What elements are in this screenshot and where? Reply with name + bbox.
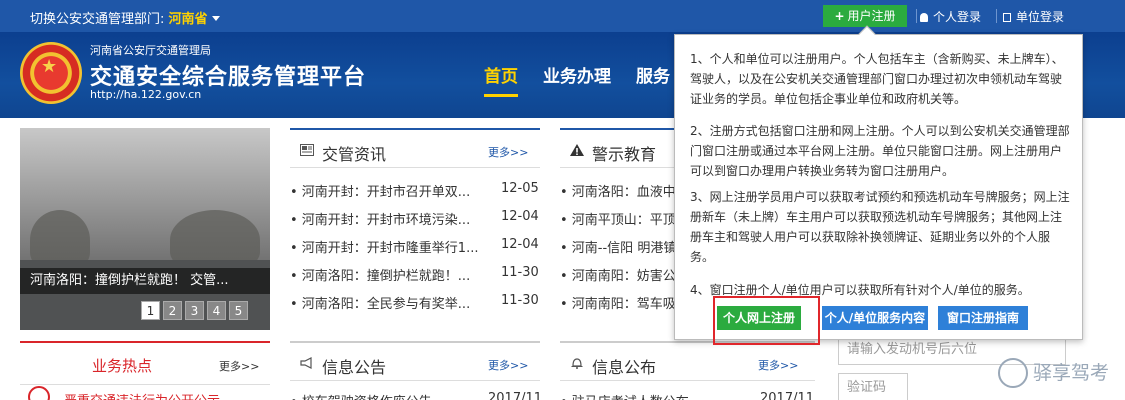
warning-education-header: 警示教育 xyxy=(560,128,675,168)
watermark: 驿享驾考 xyxy=(998,358,1109,388)
news-item[interactable]: • 河南开封：开封市召开单双... xyxy=(290,181,470,200)
business-hot-header: 业务热点 更多>> xyxy=(20,341,270,385)
region-value[interactable]: 河南省 xyxy=(169,12,208,27)
business-hot-title: 业务热点 xyxy=(92,357,153,375)
news-date: 11-30 xyxy=(501,293,539,308)
popup-paragraph-1: 1、个人和单位可以注册用户。个人包括车主（含新购买、未上牌车）、驾驶人，以及在公… xyxy=(690,52,1064,106)
chevron-down-icon[interactable] xyxy=(211,16,220,21)
news-item[interactable]: • 河南洛阳：全民参与有奖举... xyxy=(290,293,470,312)
nav-business[interactable]: 业务办理 xyxy=(543,62,611,87)
notice-more-link[interactable]: 更多>> xyxy=(488,357,528,373)
site-title[interactable]: 交通安全综合服务管理平台 xyxy=(90,59,366,91)
captcha-input[interactable]: 验证码 xyxy=(838,373,908,400)
publish-date: 2017/11 xyxy=(760,391,815,400)
business-hot-item[interactable]: 严重交通违法行为公开公示 xyxy=(64,390,220,400)
nav-service[interactable]: 服务 xyxy=(636,62,670,87)
warning-item[interactable]: • 河南南阳：妨害公 xyxy=(560,265,676,284)
traffic-news-header: 交管资讯 更多>> xyxy=(290,128,540,168)
highlight-box xyxy=(713,296,820,345)
slider-page-3[interactable]: 3 xyxy=(185,301,204,320)
nav-home[interactable]: 首页 xyxy=(484,62,518,87)
site-subtitle: 河南省公安厅交通管理局 xyxy=(90,44,211,57)
business-hot-more-link[interactable]: 更多>> xyxy=(219,358,259,374)
publish-more-link[interactable]: 更多>> xyxy=(758,357,798,373)
slider-pagination: 12345 xyxy=(141,301,251,320)
personal-login-link[interactable]: 个人登录 xyxy=(920,8,981,25)
traffic-news-title: 交管资讯 xyxy=(322,145,387,164)
news-date: 12-05 xyxy=(501,181,539,196)
warning-item[interactable]: • 河南南阳：驾车吸 xyxy=(560,293,676,312)
traffic-news-more-link[interactable]: 更多>> xyxy=(488,144,528,160)
warning-item[interactable]: • 河南--信阳 明港镇 xyxy=(560,237,676,256)
window-register-guide-button[interactable]: 窗口注册指南 xyxy=(938,306,1028,330)
slider-caption[interactable]: 河南洛阳：撞倒护栏就跑！ 交管... xyxy=(20,268,270,294)
news-item[interactable]: • 河南开封：开封市环境污染... xyxy=(290,209,470,228)
publish-header: 信息公布 更多>> xyxy=(560,341,815,381)
notice-item[interactable]: • 校车驾驶资格作废公告 xyxy=(290,391,432,400)
popup-paragraph-3: 3、网上注册学员用户可以获取考试预约和预选机动车号牌服务；网上注册新车（未上牌）… xyxy=(690,190,1070,264)
unit-login-label: 单位登录 xyxy=(1016,10,1065,24)
user-icon xyxy=(920,13,928,22)
newspaper-icon xyxy=(300,144,314,156)
traffic-sign-icon xyxy=(28,386,50,400)
news-date: 12-04 xyxy=(501,237,539,252)
warning-item[interactable]: • 河南平顶山：平顶 xyxy=(560,209,676,228)
slider-page-5[interactable]: 5 xyxy=(229,301,248,320)
top-bar: 切换公安交通管理部门: 河南省 + 用户注册 个人登录 单位登录 xyxy=(0,0,1125,32)
slider-page-2[interactable]: 2 xyxy=(163,301,182,320)
popup-paragraph-2: 2、注册方式包括窗口注册和网上注册。个人可以到公安机关交通管理部门窗口注册或通过… xyxy=(690,124,1070,178)
user-register-button[interactable]: + 用户注册 xyxy=(823,5,907,27)
slider-page-1[interactable]: 1 xyxy=(141,301,160,320)
notice-date: 2017/11 xyxy=(488,391,543,400)
building-icon xyxy=(1003,13,1011,22)
nav-active-indicator xyxy=(484,94,518,97)
warning-icon xyxy=(570,144,584,156)
megaphone-icon xyxy=(300,357,312,369)
unit-login-link[interactable]: 单位登录 xyxy=(1003,8,1064,25)
user-register-label: 用户注册 xyxy=(847,9,896,23)
personal-login-label: 个人登录 xyxy=(933,10,982,24)
bell-icon xyxy=(571,358,583,369)
news-date: 11-30 xyxy=(501,265,539,280)
site-url: http://ha.122.gov.cn xyxy=(90,88,202,101)
notice-title: 信息公告 xyxy=(322,358,387,377)
divider xyxy=(996,9,997,23)
steering-wheel-icon xyxy=(998,358,1028,388)
slider-page-4[interactable]: 4 xyxy=(207,301,226,320)
notice-header: 信息公告 更多>> xyxy=(290,341,540,381)
publish-title: 信息公布 xyxy=(592,358,657,377)
news-item[interactable]: • 河南开封：开封市隆重举行1... xyxy=(290,237,478,256)
news-item[interactable]: • 河南洛阳：撞倒护栏就跑！... xyxy=(290,265,470,284)
region-switcher[interactable]: 切换公安交通管理部门: 河南省 xyxy=(30,8,220,27)
watermark-text: 驿享驾考 xyxy=(1033,362,1110,384)
divider xyxy=(916,9,917,23)
news-date: 12-04 xyxy=(501,209,539,224)
warning-education-title: 警示教育 xyxy=(592,145,657,164)
publish-item[interactable]: • 驻马店考试人数公布 xyxy=(560,391,689,400)
region-label: 切换公安交通管理部门: xyxy=(30,12,165,27)
warning-item[interactable]: • 河南洛阳：血液中 xyxy=(560,181,676,200)
news-slider[interactable]: 河南洛阳：撞倒护栏就跑！ 交管... 12345 xyxy=(20,128,270,330)
service-content-button[interactable]: 个人/单位服务内容 xyxy=(822,306,928,330)
register-info-popup: 1、个人和单位可以注册用户。个人包括车主（含新购买、未上牌车）、驾驶人，以及在公… xyxy=(674,25,1083,340)
plus-icon: + xyxy=(834,9,845,23)
police-emblem-logo: ★ xyxy=(20,42,82,104)
